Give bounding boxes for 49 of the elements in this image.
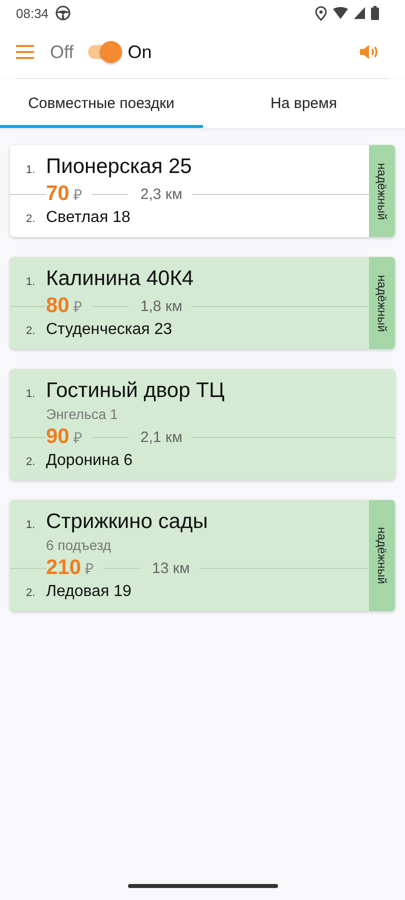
ride-card[interactable]: 1. Гостиный двор ТЦ Энгельса 1 90 ₽ 2,1 км 2. Доронина 6: [10, 369, 395, 480]
distance: 2,1 км: [140, 428, 182, 446]
pickup-address: Пионерская 25: [46, 155, 192, 179]
speaker-icon[interactable]: [359, 44, 379, 60]
distance: 1,8 км: [140, 298, 182, 314]
stop-number: 1.: [26, 519, 36, 531]
ride-card[interactable]: 1. Стрижкино сады 6 подъезд 210 ₽ 13 км 2. Ледовая 19 надёжный: [10, 500, 395, 611]
tab[interactable]: На время: [202, 79, 405, 128]
steering-wheel-icon: [54, 5, 71, 21]
dropoff-address: Студенческая 23: [46, 321, 172, 339]
stop-number: 2.: [26, 325, 36, 337]
location-icon: [315, 6, 327, 20]
stop-number: 1.: [26, 164, 36, 176]
stop-number: 1.: [26, 388, 36, 400]
stop-number: 2.: [26, 456, 36, 468]
pickup-address: Гостиный двор ТЦ: [46, 379, 224, 403]
reliable-badge: надёжный: [369, 500, 395, 611]
reliable-badge: надёжный: [369, 257, 395, 349]
ride-card[interactable]: 1. Пионерская 25 70 ₽ 2,3 км 2. Светлая 18 надёжный: [10, 145, 395, 237]
tab[interactable]: Совместные поездки: [0, 79, 202, 128]
distance: 13 км: [152, 560, 190, 576]
dropoff-address: Светлая 18: [46, 209, 130, 227]
stop-number: 2.: [26, 213, 36, 225]
battery-icon: [371, 6, 379, 20]
price: 80: [46, 294, 70, 318]
pickup-address: Стрижкино сады: [46, 510, 208, 534]
pickup-note: Энгельса 1: [45, 406, 119, 422]
price: 210: [46, 556, 82, 580]
currency: ₽: [73, 186, 82, 204]
stop-number: 2.: [26, 587, 36, 599]
signal-icon: [354, 7, 365, 19]
on-label: On: [128, 42, 152, 62]
dropoff-address: Ледовая 19: [46, 583, 132, 601]
dropoff-address: Доронина 6: [46, 452, 133, 470]
currency: ₽: [73, 298, 82, 316]
price: 90: [46, 425, 70, 449]
currency: ₽: [85, 560, 94, 578]
distance: 2,3 км: [140, 186, 182, 202]
off-label: Off: [50, 42, 74, 62]
ride-card[interactable]: 1. Калинина 40К4 80 ₽ 1,8 км 2. Студенческая 23 надёжный: [10, 257, 395, 349]
price: 70: [46, 182, 70, 206]
status-time: 08:34: [16, 6, 49, 20]
wifi-icon: [333, 7, 348, 19]
menu-icon[interactable]: [16, 45, 34, 59]
pickup-note: 6 подъезд: [45, 537, 112, 553]
pickup-address: Калинина 40К4: [46, 267, 194, 291]
reliable-badge: надёжный: [369, 145, 395, 237]
stop-number: 1.: [26, 276, 36, 288]
currency: ₽: [73, 429, 82, 447]
